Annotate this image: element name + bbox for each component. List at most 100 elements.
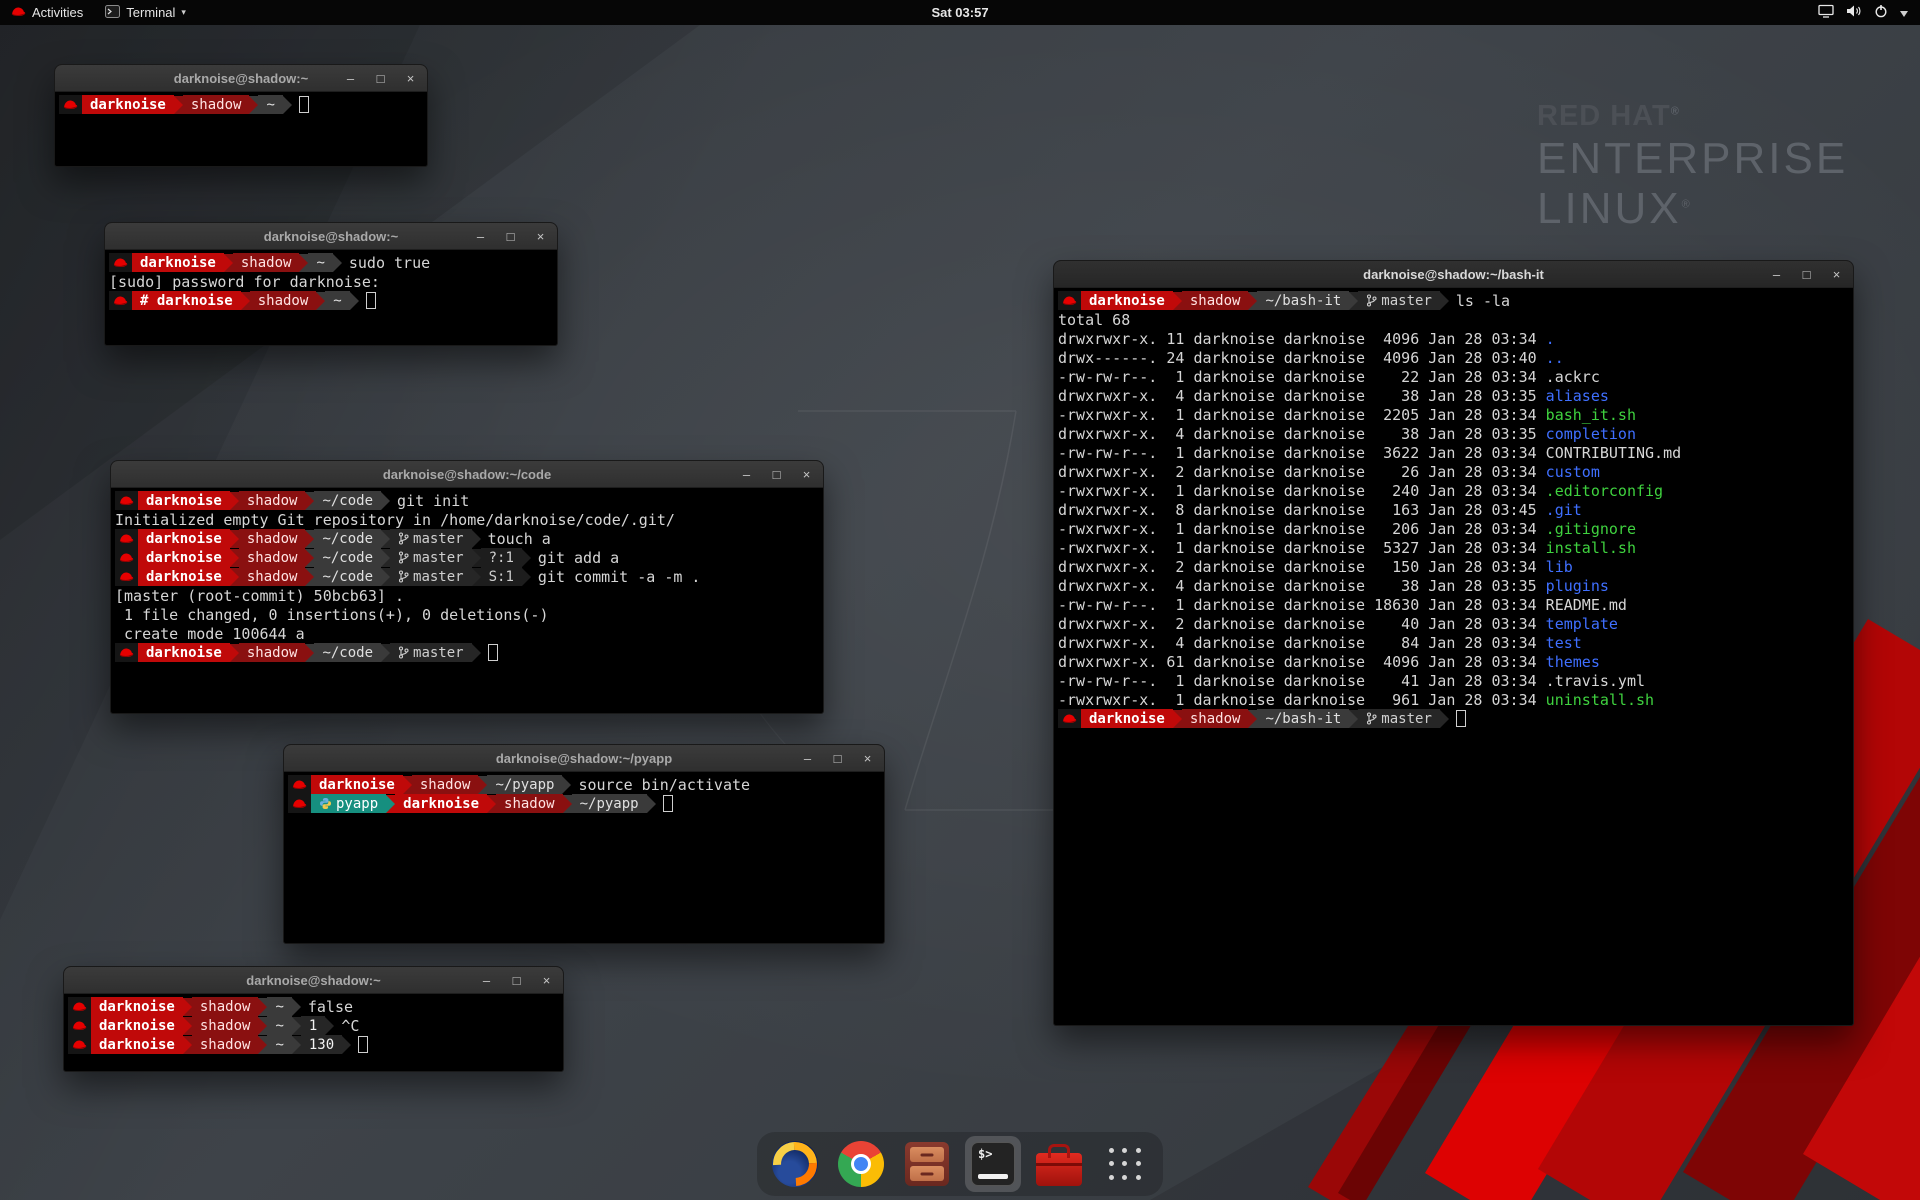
maximize-button[interactable]: □ (509, 973, 524, 988)
maximize-button[interactable]: □ (830, 751, 845, 766)
redhat-icon (115, 529, 138, 548)
prompt-segment-path: ~ (267, 1016, 291, 1035)
redhat-icon (11, 5, 26, 20)
terminal-content[interactable]: darknoiseshadow~/codegit initInitialized… (111, 488, 823, 713)
maximize-button[interactable]: □ (373, 71, 388, 86)
minimize-button[interactable]: – (343, 71, 358, 86)
prompt-segment-path: ~/pyapp (487, 775, 562, 794)
app-grid-icon[interactable] (1097, 1136, 1153, 1192)
command-text: sudo true (349, 254, 430, 272)
registered-mark: ® (1682, 198, 1693, 210)
close-button[interactable]: × (533, 229, 548, 244)
window-title: darknoise@shadow:~/bash-it (1363, 267, 1544, 282)
powerline-separator (472, 644, 481, 662)
output-text: .gitignore (1546, 520, 1636, 538)
command-text: git init (397, 492, 469, 510)
window-titlebar[interactable]: darknoise@shadow:~ – □ × (55, 65, 427, 92)
files-icon[interactable] (899, 1136, 955, 1192)
window-titlebar[interactable]: darknoise@shadow:~ – □ × (64, 967, 563, 994)
powerline-separator (258, 1017, 267, 1035)
prompt-segment-path: ~/code (314, 548, 381, 567)
window-titlebar[interactable]: darknoise@shadow:~/pyapp – □ × (284, 745, 884, 772)
window-title: darknoise@shadow:~/pyapp (496, 751, 672, 766)
terminal-window-sudo[interactable]: darknoise@shadow:~ – □ × darknoise shadow… (104, 222, 558, 346)
output-text: .editorconfig (1546, 482, 1663, 500)
maximize-button[interactable]: □ (503, 229, 518, 244)
terminal-cursor (299, 96, 309, 113)
output-line: drwxrwxr-x. 2 darknoise darknoise 40 Jan… (1058, 614, 1853, 633)
minimize-button[interactable]: – (479, 973, 494, 988)
prompt-line: darknoiseshadow~/codemastertouch a (115, 529, 823, 548)
terminal-content[interactable]: darknoiseshadow~/bash-itmasterls -latota… (1054, 288, 1853, 1025)
powerline-separator (305, 644, 314, 662)
maximize-button[interactable]: □ (1799, 267, 1814, 282)
powerline-separator (1173, 710, 1182, 728)
terminal-content[interactable]: darknoiseshadow~sudo true[sudo] password… (105, 250, 557, 345)
terminal-content[interactable]: darknoiseshadow~/pyappsource bin/activat… (284, 772, 884, 943)
prompt-segment-exit: 1 (301, 1016, 325, 1035)
chrome-icon[interactable] (833, 1136, 889, 1192)
prompt-segment-user: darknoise (395, 794, 487, 813)
clock[interactable]: Sat 03:57 (931, 5, 988, 20)
output-text: lib (1546, 558, 1573, 576)
terminal-window-home-1[interactable]: darknoise@shadow:~ – □ × darknoiseshadow… (54, 64, 428, 167)
toolbox-icon[interactable] (1031, 1136, 1087, 1192)
close-button[interactable]: × (799, 467, 814, 482)
branch-icon (398, 570, 409, 583)
output-text: drwxrwxr-x. 2 darknoise darknoise 40 Jan… (1058, 615, 1546, 633)
prompt-segment-host: shadow (233, 253, 300, 272)
prompt-segment-user: darknoise (1081, 291, 1173, 310)
powerline-separator (305, 549, 314, 567)
window-titlebar[interactable]: darknoise@shadow:~/bash-it – □ × (1054, 261, 1853, 288)
maximize-button[interactable]: □ (769, 467, 784, 482)
prompt-segment-git: master (390, 529, 472, 548)
redhat-icon (115, 643, 138, 662)
output-text: .. (1546, 349, 1564, 367)
window-titlebar[interactable]: darknoise@shadow:~ – □ × (105, 223, 557, 250)
terminal-content[interactable]: darknoiseshadow~falsedarknoiseshadow~1^C… (64, 994, 563, 1071)
activities-button[interactable]: Activities (0, 0, 94, 25)
registered-mark: ® (1671, 105, 1680, 117)
terminal-window-bash-it[interactable]: darknoise@shadow:~/bash-it – □ × darknoi… (1053, 260, 1854, 1026)
prompt-segment-exit: 130 (301, 1035, 342, 1054)
firefox-icon[interactable] (767, 1136, 823, 1192)
terminal-window-code[interactable]: darknoise@shadow:~/code – □ × darknoises… (110, 460, 824, 714)
powerline-separator (1173, 292, 1182, 310)
minimize-button[interactable]: – (739, 467, 754, 482)
close-button[interactable]: × (1829, 267, 1844, 282)
terminal-window-home-2[interactable]: darknoise@shadow:~ – □ × darknoiseshadow… (63, 966, 564, 1072)
redhat-icon (1058, 291, 1081, 310)
terminal-cursor (358, 1036, 368, 1053)
top-bar: Activities Terminal ▾ Sat 03:57 (0, 0, 1920, 25)
output-text: 1 file changed, 0 insertions(+), 0 delet… (115, 606, 548, 624)
prompt-segment-path: ~ (258, 95, 282, 114)
prompt-segment-host: shadow (239, 529, 306, 548)
minimize-button[interactable]: – (473, 229, 488, 244)
prompt-segment-path: ~/pyapp (572, 794, 647, 813)
terminal-dock-icon[interactable] (965, 1136, 1021, 1192)
terminal-window-pyapp[interactable]: darknoise@shadow:~/pyapp – □ × darknoise… (283, 744, 885, 944)
powerline-separator (1440, 292, 1449, 310)
terminal-content[interactable]: darknoiseshadow~ (55, 92, 427, 166)
output-text: Initialized empty Git repository in /hom… (115, 511, 675, 529)
system-status-area[interactable] (1818, 0, 1920, 25)
output-text: test (1546, 634, 1582, 652)
output-line: -rwxrwxr-x. 1 darknoise darknoise 240 Ja… (1058, 481, 1853, 500)
output-text: drwxrwxr-x. 11 darknoise darknoise 4096 … (1058, 330, 1546, 348)
command-text: ls -la (1456, 292, 1510, 310)
app-menu[interactable]: Terminal ▾ (94, 0, 197, 25)
minimize-button[interactable]: – (800, 751, 815, 766)
window-title: darknoise@shadow:~ (174, 71, 308, 86)
minimize-button[interactable]: – (1769, 267, 1784, 282)
powerline-separator (381, 568, 390, 586)
powerline-separator (1349, 292, 1358, 310)
window-titlebar[interactable]: darknoise@shadow:~/code – □ × (111, 461, 823, 488)
powerline-separator (472, 530, 481, 548)
prompt-segment-path: ~ (267, 997, 291, 1016)
powerline-separator (249, 96, 258, 114)
output-text: aliases (1546, 387, 1609, 405)
close-button[interactable]: × (403, 71, 418, 86)
prompt-segment-user: darknoise (132, 253, 224, 272)
close-button[interactable]: × (860, 751, 875, 766)
close-button[interactable]: × (539, 973, 554, 988)
